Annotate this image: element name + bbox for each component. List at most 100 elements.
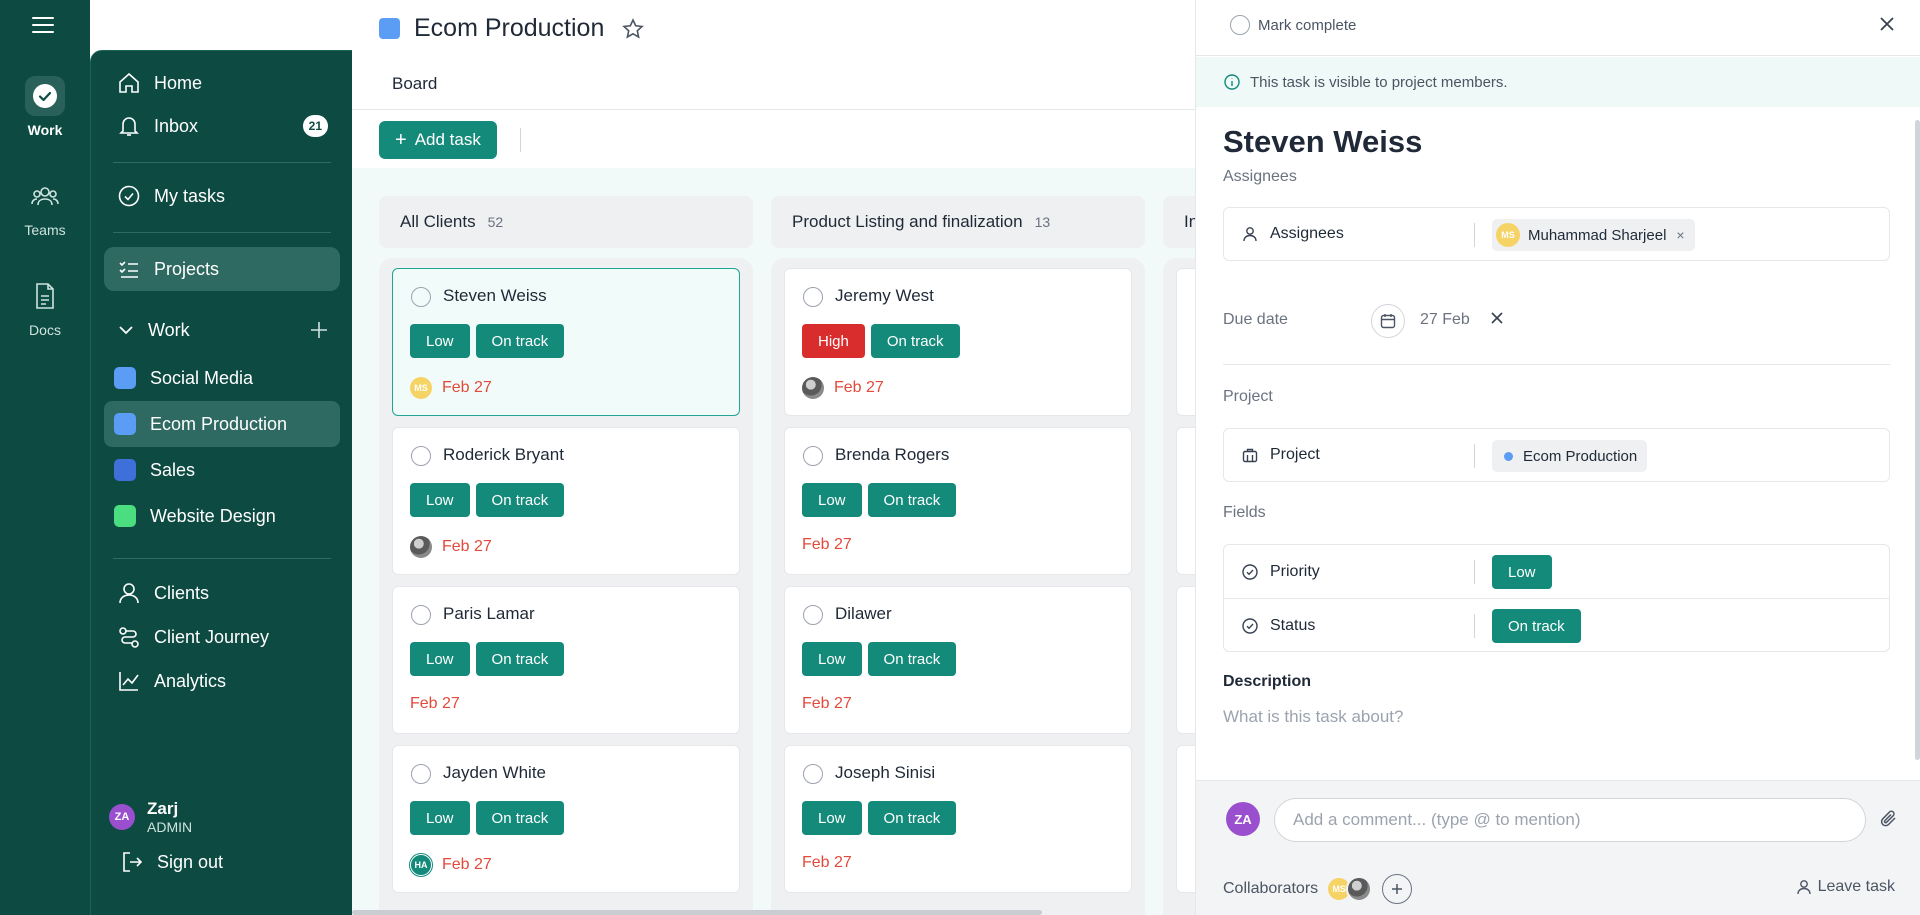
sidebar-project-ecom-production[interactable]: Ecom Production (104, 401, 340, 447)
column-title: In (1184, 212, 1195, 231)
rail-item-work[interactable]: Work (0, 76, 90, 138)
leave-task-button[interactable]: Leave task (1796, 878, 1895, 896)
task-card[interactable]: Roderick Bryant Low On track Feb 27 (392, 427, 740, 575)
add-collaborator-button[interactable] (1382, 874, 1413, 904)
clear-due-date-icon[interactable] (1491, 312, 1503, 324)
avatar[interactable] (1346, 876, 1373, 902)
assignee-avatar: MS (410, 377, 432, 399)
task-card[interactable]: Paris Lamar Low On track Feb 27 (392, 586, 740, 734)
task-card[interactable] (1176, 586, 1195, 734)
star-icon[interactable] (622, 17, 645, 40)
add-project-icon[interactable] (310, 321, 328, 339)
task-card[interactable]: Joseph Sinisi Low On track Feb 27 (784, 745, 1132, 893)
divider (1474, 614, 1475, 638)
task-complete-checkbox[interactable] (803, 764, 823, 784)
task-card[interactable]: Brenda Rogers Low On track Feb 27 (784, 427, 1132, 575)
sidebar-project-website-design[interactable]: Website Design (104, 493, 340, 539)
task-detail-panel: Mark complete This task is visible to pr… (1195, 0, 1920, 915)
task-card[interactable]: Jayden White Low On track HA Feb 27 (392, 745, 740, 893)
column-header[interactable]: Product Listing and finalization 13 (771, 196, 1145, 248)
sidebar-project-social-media[interactable]: Social Media (104, 355, 340, 401)
rail-item-label: Teams (24, 222, 66, 238)
user-icon (1243, 227, 1257, 242)
board-column-partial: In (1163, 196, 1195, 915)
status-value[interactable]: On track (1492, 609, 1581, 643)
chart-line-icon (118, 670, 140, 692)
task-name: Jayden White (443, 763, 546, 782)
project-color-swatch (114, 505, 136, 527)
panel-toolbar: Mark complete (1196, 0, 1920, 56)
sidebar-project-sales[interactable]: Sales (104, 447, 340, 493)
mark-complete-label: Mark complete (1258, 16, 1357, 34)
task-card[interactable] (1176, 268, 1195, 416)
left-rail: Work Teams Docs (0, 0, 90, 915)
calendar-icon[interactable] (1371, 304, 1405, 338)
rail-item-teams[interactable]: Teams (0, 176, 90, 238)
sidebar-item-label: Projects (154, 258, 220, 279)
task-complete-checkbox[interactable] (411, 605, 431, 625)
vertical-scrollbar[interactable] (1915, 120, 1920, 760)
hamburger-menu-icon[interactable] (32, 16, 58, 38)
sidebar-item-clients[interactable]: Clients (104, 573, 340, 613)
task-subtitle: Assignees (1223, 168, 1297, 185)
work-section-label: Work (148, 319, 190, 340)
sidebar-item-my-tasks[interactable]: My tasks (104, 176, 340, 216)
visibility-notice-text: This task is visible to project members. (1250, 73, 1508, 91)
status-field: Status On track (1224, 599, 1889, 652)
task-card[interactable]: Jeremy West High On track Feb 27 (784, 268, 1132, 416)
priority-tag: High (802, 324, 865, 358)
assignee-chip[interactable]: MS Muhammad Sharjeel × (1492, 219, 1695, 251)
add-task-button[interactable]: + Add task (379, 121, 497, 159)
task-complete-checkbox[interactable] (803, 605, 823, 625)
sidebar-item-projects[interactable]: Projects (104, 247, 340, 291)
user-profile[interactable]: ZA Zarj ADMIN (109, 799, 192, 835)
circle-check-icon (1242, 563, 1258, 580)
work-section-header[interactable]: Work (118, 315, 328, 345)
description-input[interactable]: What is this task about? (1223, 707, 1403, 727)
status-tag: On track (867, 642, 957, 676)
horizontal-scrollbar[interactable] (352, 910, 1042, 915)
task-complete-checkbox[interactable] (411, 446, 431, 466)
task-card[interactable]: Dilawer Low On track Feb 27 (784, 586, 1132, 734)
priority-value[interactable]: Low (1492, 555, 1552, 589)
task-card[interactable]: Steven Weiss Low On track MS Feb 27 (392, 268, 740, 416)
rail-item-docs[interactable]: Docs (0, 276, 90, 338)
due-date-text: Feb 27 (442, 379, 492, 396)
sidebar-item-inbox[interactable]: Inbox 21 (104, 106, 340, 146)
task-complete-checkbox[interactable] (803, 446, 823, 466)
status-label: Status (1270, 616, 1316, 634)
sidebar-item-home[interactable]: Home (104, 63, 340, 103)
due-date-value[interactable]: 27 Feb (1420, 311, 1470, 329)
column-header[interactable]: All Clients 52 (379, 196, 753, 248)
remove-assignee-icon[interactable]: × (1676, 227, 1684, 243)
task-title[interactable]: Steven Weiss (1223, 124, 1422, 160)
priority-tag: Low (410, 324, 470, 358)
user-icon (118, 582, 140, 604)
close-icon[interactable] (1879, 16, 1895, 32)
mark-complete-button[interactable]: Mark complete (1230, 15, 1356, 35)
task-card[interactable] (1176, 745, 1195, 893)
task-card[interactable] (1176, 427, 1195, 575)
avatar: ZA (109, 804, 135, 830)
tab-board[interactable]: Board (392, 74, 437, 94)
sidebar-item-client-journey[interactable]: Client Journey (104, 617, 340, 657)
task-complete-checkbox[interactable] (411, 287, 431, 307)
due-date-text: Feb 27 (834, 379, 884, 396)
paperclip-icon[interactable] (1880, 809, 1898, 829)
assignee-avatar (410, 536, 432, 558)
due-date-text: Feb 27 (410, 695, 460, 712)
collaborators-label: Collaborators (1223, 880, 1319, 897)
project-chip[interactable]: Ecom Production (1492, 440, 1648, 472)
task-complete-checkbox[interactable] (411, 764, 431, 784)
priority-tag: Low (410, 642, 470, 676)
sidebar-item-analytics[interactable]: Analytics (104, 661, 340, 701)
project-label: Website Design (150, 505, 276, 526)
rail-item-label: Docs (29, 322, 61, 338)
task-complete-checkbox[interactable] (803, 287, 823, 307)
column-count: 52 (487, 214, 504, 230)
main-board-area: Ecom Production Board + Add task All Cli… (352, 0, 1195, 915)
column-count: 13 (1034, 214, 1051, 230)
sign-out-button[interactable]: Sign out (121, 851, 223, 873)
column-header[interactable]: In (1163, 196, 1195, 248)
comment-input[interactable] (1274, 798, 1866, 842)
